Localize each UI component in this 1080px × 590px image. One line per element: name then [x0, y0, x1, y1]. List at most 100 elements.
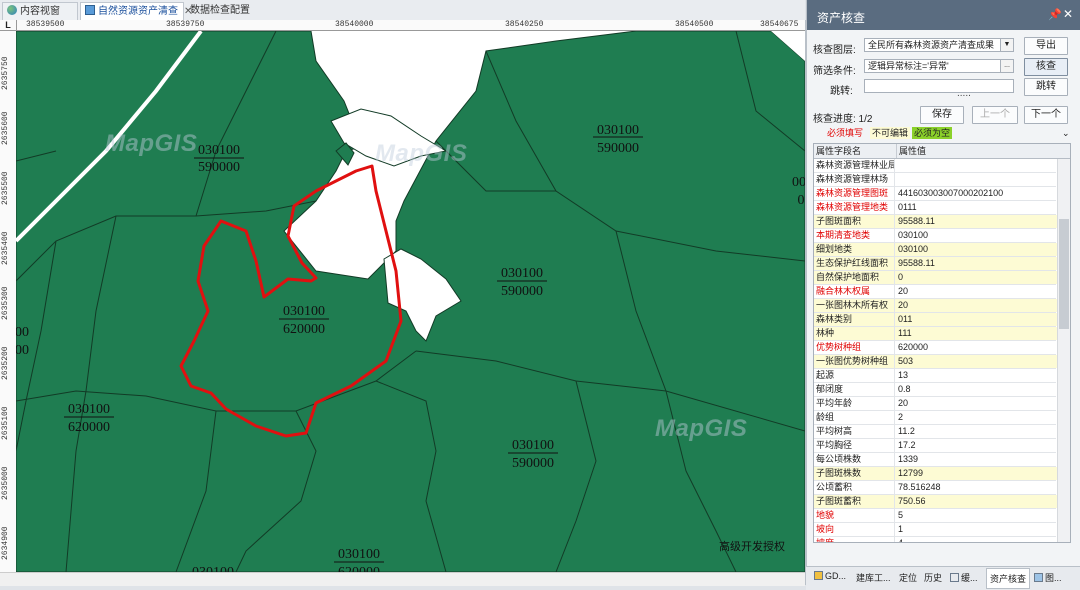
tab-data-check-config[interactable]: 数据检查配置	[186, 2, 266, 20]
svg-text:620000: 620000	[338, 565, 380, 572]
chevron-down-icon[interactable]: ▼	[1000, 39, 1013, 51]
property-value[interactable]: 030100	[894, 229, 1060, 242]
splitter-handle[interactable]: .....	[957, 88, 971, 99]
filter-input[interactable]: 逻辑异常标注='异常' ...	[864, 59, 1014, 73]
property-value[interactable]: 11.2	[894, 425, 1060, 438]
scrollbar-thumb[interactable]	[1059, 219, 1069, 329]
svg-text:590000: 590000	[597, 141, 639, 156]
property-value[interactable]	[894, 159, 1060, 172]
property-row[interactable]: 森林资源管理林场	[814, 173, 1056, 187]
property-row[interactable]: 子图斑株数 12799	[814, 467, 1060, 481]
property-row[interactable]: 一张图优势树种组 503	[814, 355, 1060, 369]
property-value[interactable]: 4	[894, 537, 1060, 542]
property-row[interactable]: 自然保护地面积 0	[814, 271, 1060, 285]
property-value[interactable]: 95588.11	[894, 257, 1060, 270]
close-icon[interactable]: ✕	[1063, 7, 1073, 21]
property-row[interactable]: 一张图林木所有权 20	[814, 299, 1060, 313]
tab-natural-resources[interactable]: 自然资源资产清查 ✕	[80, 2, 192, 20]
tab-build-tools[interactable]: 建库工...	[856, 571, 891, 584]
property-row[interactable]: 森林资源管理林业局	[814, 159, 1056, 173]
property-row[interactable]: 融合林木权属 20	[814, 285, 1056, 299]
property-value[interactable]: 0111	[894, 201, 1060, 214]
property-name: 森林资源管理林场	[816, 174, 889, 184]
property-row[interactable]: 子图斑蓄积 750.56	[814, 495, 1060, 509]
property-value[interactable]: 750.56	[894, 495, 1060, 508]
svg-text:00: 00	[792, 175, 805, 190]
property-row[interactable]: 公顷蓄积 78.516248	[814, 481, 1056, 495]
property-value[interactable]: 1	[894, 523, 1060, 536]
property-value[interactable]: 0	[894, 271, 1060, 284]
jump-input[interactable]	[864, 79, 1014, 93]
property-row[interactable]: 子图斑面积 95588.11	[814, 215, 1060, 229]
property-row[interactable]: 森林类别 011	[814, 313, 1060, 327]
property-row[interactable]: 平均年龄 20	[814, 397, 1056, 411]
property-row[interactable]: 平均树高 11.2	[814, 425, 1056, 439]
tab-history[interactable]: 历史	[924, 571, 942, 584]
tab-asset-check[interactable]: 资产核查	[986, 568, 1031, 589]
property-row[interactable]: 森林资源管理图斑 441603003007000202100	[814, 187, 1056, 201]
property-value[interactable]: 503	[894, 355, 1060, 368]
grid-vertical-scrollbar[interactable]	[1057, 159, 1070, 542]
property-value[interactable]: 5	[894, 509, 1060, 522]
property-row[interactable]: 森林资源管理地类 0111	[814, 201, 1056, 215]
property-row[interactable]: 本期清查地类 030100	[814, 229, 1056, 243]
check-button[interactable]: 核查	[1024, 58, 1068, 76]
property-row[interactable]: 细划地类 030100	[814, 243, 1060, 257]
export-button[interactable]: 导出	[1024, 37, 1068, 55]
property-row[interactable]: 每公顷株数 1339	[814, 453, 1056, 467]
property-row[interactable]: 郁闭度 0.8	[814, 383, 1056, 397]
property-value[interactable]: 030100	[894, 243, 1060, 256]
property-value[interactable]: 13	[894, 369, 1060, 382]
chevron-down-icon[interactable]: ⌄	[1060, 127, 1072, 139]
property-row[interactable]: 坡度 4	[814, 537, 1056, 542]
property-value[interactable]: 620000	[894, 341, 1060, 354]
property-row[interactable]: 地貌 5	[814, 509, 1056, 523]
property-grid[interactable]: 属性字段名 属性值 森林资源管理林业局 森林资源管理林场 森林资源管理图斑 44160…	[813, 143, 1071, 543]
property-row[interactable]: 龄组 2	[814, 411, 1056, 425]
svg-text:590000: 590000	[512, 456, 554, 471]
watermark-1: MapGIS	[105, 130, 198, 157]
property-value[interactable]: 20	[894, 397, 1060, 410]
jump-label: 跳转:	[830, 86, 853, 97]
map-view[interactable]: 38539500 38539750 38540000 38540250 3854…	[0, 20, 806, 586]
property-value[interactable]: 17.2	[894, 439, 1060, 452]
jump-button[interactable]: 跳转	[1024, 78, 1068, 96]
tab-gdb[interactable]: GD...	[814, 571, 846, 581]
save-button[interactable]: 保存	[920, 106, 964, 124]
property-row[interactable]: 生态保护红线面积 95588.11	[814, 257, 1060, 271]
tab-locate[interactable]: 定位	[899, 571, 917, 584]
property-name: 本期清查地类	[816, 230, 871, 240]
property-value[interactable]	[894, 173, 1060, 186]
property-value[interactable]: 95588.11	[894, 215, 1060, 228]
property-row[interactable]: 优势树种组 620000	[814, 341, 1056, 355]
property-value[interactable]: 111	[894, 327, 1060, 340]
property-value[interactable]: 12799	[894, 467, 1060, 480]
property-row[interactable]: 林种 111	[814, 327, 1060, 341]
next-button[interactable]: 下一个	[1024, 106, 1068, 124]
property-name: 平均年龄	[816, 398, 853, 408]
property-row[interactable]: 平均胸径 17.2	[814, 439, 1056, 453]
property-value[interactable]: 78.516248	[894, 481, 1060, 494]
property-value[interactable]: 20	[894, 299, 1060, 312]
property-row[interactable]: 坡向 1	[814, 523, 1056, 537]
property-value[interactable]: 0.8	[894, 383, 1060, 396]
property-value[interactable]: 441603003007000202100	[894, 187, 1060, 200]
layer-select[interactable]: 全民所有森林资源资产清查成果 ▼	[864, 38, 1014, 52]
svg-text:620000: 620000	[68, 420, 110, 435]
more-icon[interactable]: ...	[1000, 60, 1013, 72]
legend-required-empty: 必须为空	[912, 127, 953, 139]
property-value[interactable]: 20	[894, 285, 1060, 298]
prev-button[interactable]: 上一个	[972, 106, 1018, 124]
pin-icon[interactable]: 📌	[1048, 8, 1062, 21]
tab-content-view[interactable]: 内容视窗	[2, 2, 78, 20]
property-name: 森林类别	[814, 313, 894, 326]
map-canvas[interactable]: 030100 590000 030100 590000 030100 620000 0…	[16, 31, 805, 572]
map-horizontal-scrollbar[interactable]	[0, 572, 805, 586]
tab-cache[interactable]: 缓...	[950, 571, 978, 584]
column-header-name: 属性字段名	[816, 146, 862, 156]
property-value[interactable]: 2	[894, 411, 1060, 424]
property-value[interactable]: 011	[894, 313, 1060, 326]
property-row[interactable]: 起源 13	[814, 369, 1056, 383]
property-value[interactable]: 1339	[894, 453, 1060, 466]
tab-image[interactable]: 图...	[1034, 571, 1062, 584]
